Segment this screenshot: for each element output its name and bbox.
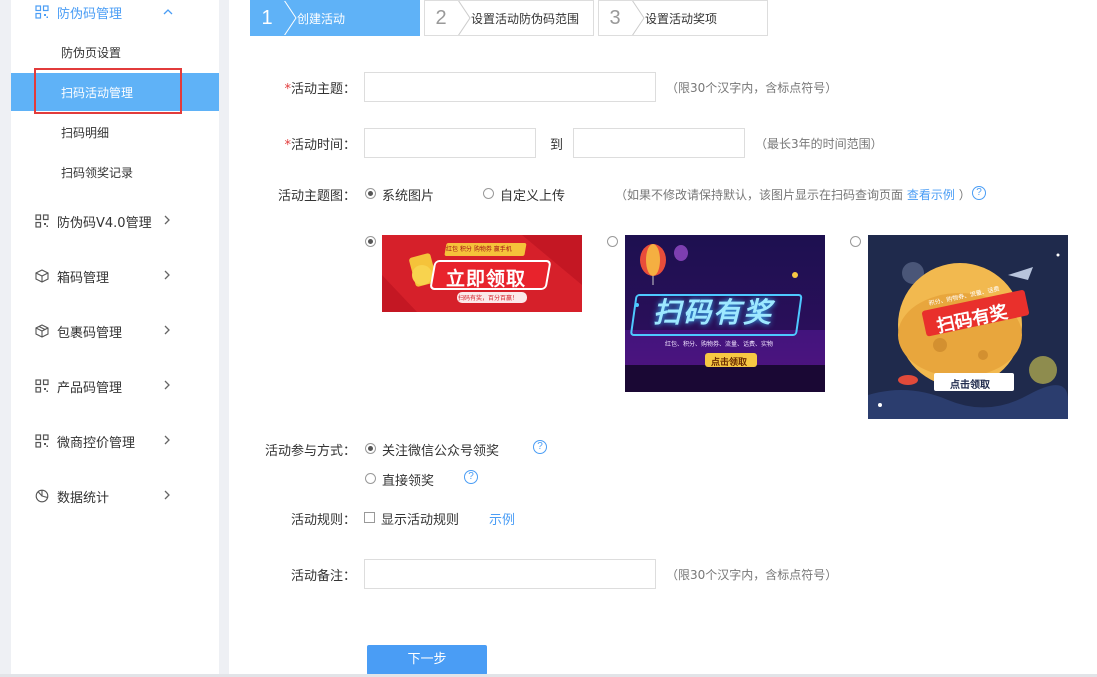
show-rules-checkbox[interactable]: [364, 512, 375, 523]
help-icon[interactable]: ?: [533, 440, 547, 454]
banner-1-radio[interactable]: [365, 236, 376, 247]
menu-group-statistics[interactable]: 数据统计: [11, 476, 219, 516]
image-label: 活动主题图：: [277, 189, 356, 204]
remark-label: 活动备注：: [290, 569, 356, 584]
custom-upload-label: 自定义上传: [500, 189, 566, 204]
time-label: *活动时间：: [284, 138, 356, 153]
banner-button: 点击领取: [950, 380, 990, 391]
next-step-button[interactable]: 下一步: [367, 645, 487, 675]
step-arrow-icon: [632, 1, 645, 35]
banner-small-text: 红包 积分 购物券 赢手机: [446, 246, 512, 253]
menu-group-label: 产品码管理: [57, 380, 123, 396]
time-hint: （最长3年的时间范围）: [755, 137, 883, 151]
chevron-right-icon: [163, 324, 171, 338]
step-set-prizes[interactable]: 3 设置活动奖项: [598, 0, 768, 36]
help-icon[interactable]: ?: [464, 470, 478, 484]
step-number: 3: [609, 6, 621, 29]
banner-image-scan-win-planet[interactable]: 扫码有奖 积分、购物券、流量、话费 点击领取: [868, 235, 1068, 419]
view-example-link[interactable]: 查看示例: [907, 188, 955, 202]
menu-group-anti-fake[interactable]: 防伪码管理: [11, 0, 219, 32]
banner-title: 扫码有奖: [653, 296, 774, 329]
menu-group-label: 包裹码管理: [57, 325, 123, 341]
direct-claim-label: 直接领奖: [382, 474, 435, 489]
menu-group-product-code[interactable]: 产品码管理: [11, 366, 219, 406]
sidebar-item-anti-fake-page[interactable]: 防伪页设置: [11, 33, 219, 71]
step-number: 1: [261, 6, 273, 29]
main-content: 1 创建活动 2 设置活动防伪码范围 3 设置活动奖项 *活动主题： （限30个…: [229, 0, 1097, 677]
highlight-annotation: [34, 68, 182, 114]
step-create-activity[interactable]: 1 创建活动: [250, 0, 420, 36]
step-number: 2: [435, 6, 447, 29]
sidebar-item-prize-records[interactable]: 扫码领奖记录: [11, 153, 219, 191]
menu-group-label: 防伪码V4.0管理: [57, 215, 152, 231]
qr-grid-icon: [35, 5, 49, 19]
menu-group-label: 箱码管理: [57, 270, 110, 286]
follow-wechat-radio[interactable]: [365, 443, 376, 454]
theme-hint: （限30个汉字内，含标点符号）: [666, 81, 838, 95]
qr-grid-icon: [35, 214, 49, 228]
rules-label: 活动规则：: [290, 513, 356, 528]
banner-title: 立即领取: [446, 268, 527, 290]
follow-wechat-label: 关注微信公众号领奖: [382, 444, 500, 459]
system-image-radio[interactable]: [365, 188, 376, 199]
rules-example-link[interactable]: 示例: [489, 509, 515, 528]
step-arrow-icon: [284, 1, 297, 35]
menu-group-label: 微商控价管理: [57, 435, 136, 451]
pie-chart-icon: [35, 489, 49, 503]
qr-grid-icon: [35, 379, 49, 393]
box-icon: [35, 269, 49, 283]
system-image-label: 系统图片: [382, 189, 435, 204]
banner-2-radio[interactable]: [607, 236, 618, 247]
theme-label: *活动主题：: [284, 82, 356, 97]
theme-input[interactable]: [364, 72, 656, 102]
chevron-right-icon: [163, 489, 171, 503]
banner-image-scan-win-neon[interactable]: 扫码有奖 红包、积分、购物券、流量、话费、实物 点击领取: [625, 235, 825, 392]
menu-group-price-control[interactable]: 微商控价管理: [11, 421, 219, 461]
step-arrow-icon: [458, 1, 471, 35]
direct-claim-radio[interactable]: [365, 473, 376, 484]
step-set-code-range[interactable]: 2 设置活动防伪码范围: [424, 0, 594, 36]
menu-group-label: 数据统计: [57, 490, 110, 506]
banner-button: 点击领取: [711, 358, 748, 368]
menu-group-label: 防伪码管理: [57, 6, 123, 22]
show-rules-label: 显示活动规则: [381, 513, 460, 528]
menu-group-package-code[interactable]: 包裹码管理: [11, 311, 219, 351]
participate-label: 活动参与方式：: [264, 444, 356, 459]
banner-small-text: 红包、积分、购物券、流量、话费、实物: [665, 341, 774, 348]
banner-subtitle: 扫码有奖，百分百赢！: [458, 295, 519, 302]
chevron-right-icon: [163, 269, 171, 283]
step-label: 设置活动防伪码范围: [471, 11, 580, 26]
image-hint: （如果不修改请保持默认，该图片显示在扫码查询页面 查看示例 ）: [615, 188, 971, 202]
menu-group-box-code[interactable]: 箱码管理: [11, 256, 219, 296]
banner-3-radio[interactable]: [850, 236, 861, 247]
chevron-right-icon: [163, 434, 171, 448]
chevron-right-icon: [163, 379, 171, 393]
custom-upload-radio[interactable]: [483, 188, 494, 199]
chevron-up-icon: [163, 5, 173, 19]
time-to-label: 到: [550, 138, 564, 153]
menu-group-v4[interactable]: 防伪码V4.0管理: [11, 201, 219, 241]
remark-hint: （限30个汉字内，含标点符号）: [666, 568, 838, 582]
chevron-right-icon: [163, 214, 171, 228]
end-date-input[interactable]: [573, 128, 745, 158]
package-icon: [35, 324, 49, 338]
qr-grid-icon: [35, 434, 49, 448]
banner-image-claim-now[interactable]: 立即领取 红包 积分 购物券 赢手机 扫码有奖，百分百赢！: [382, 235, 582, 312]
help-icon[interactable]: ?: [972, 186, 986, 200]
sidebar-item-scan-detail[interactable]: 扫码明细: [11, 113, 219, 151]
remark-input[interactable]: [364, 559, 656, 589]
start-date-input[interactable]: [364, 128, 536, 158]
